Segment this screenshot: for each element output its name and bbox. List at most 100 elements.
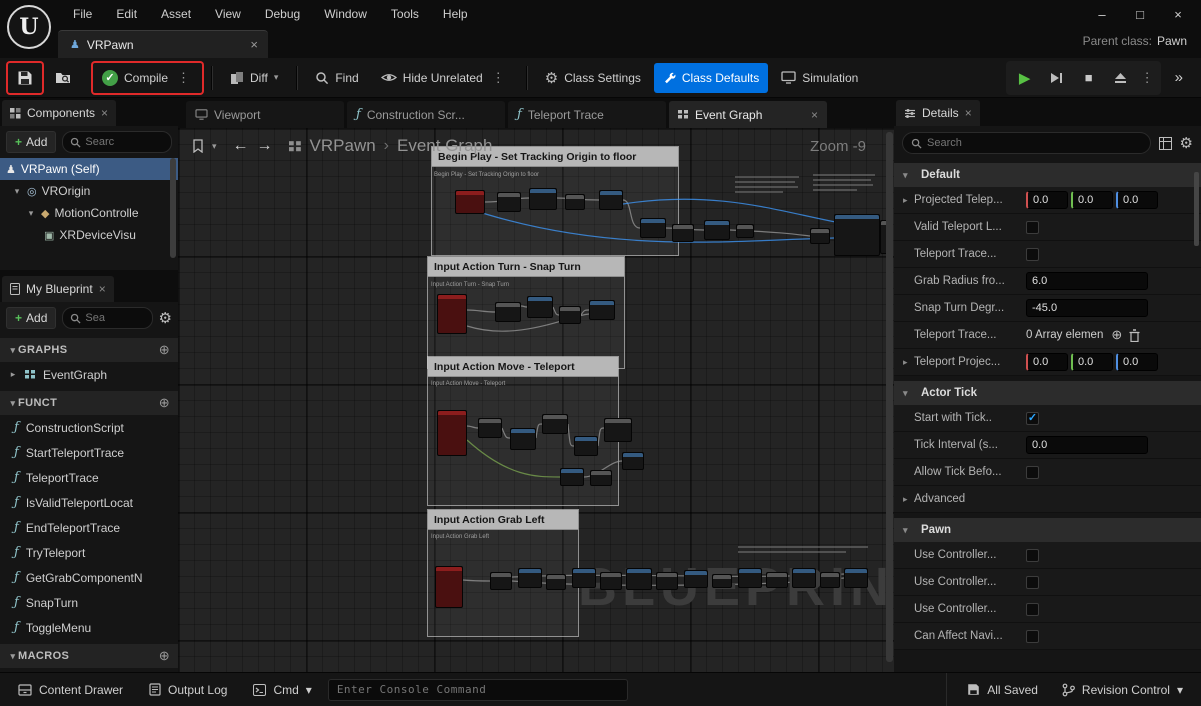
- list-item-function[interactable]: ƒStartTeleportTrace: [0, 440, 178, 465]
- graph-node[interactable]: [672, 224, 694, 242]
- vector-z-input[interactable]: 0.0: [1116, 353, 1158, 371]
- expander-icon[interactable]: ▾: [12, 186, 22, 197]
- tree-item-vrpawn-self[interactable]: ♟ VRPawn (Self): [0, 158, 178, 180]
- class-defaults-button[interactable]: Class Defaults: [654, 63, 768, 93]
- close-icon[interactable]: ×: [250, 37, 258, 52]
- tree-item-vrorigin[interactable]: ▾ ◎ VROrigin: [0, 180, 178, 202]
- list-item-function[interactable]: ƒToggleMenu: [0, 615, 178, 640]
- checkbox[interactable]: [1026, 549, 1039, 562]
- add-element-icon[interactable]: ⊕: [1111, 327, 1122, 343]
- class-settings-button[interactable]: ⚙ Class Settings: [536, 63, 650, 93]
- macros-section-header[interactable]: ▾ MACROS ⊕: [0, 644, 178, 668]
- details-tab[interactable]: Details ×: [896, 100, 980, 126]
- graph-node[interactable]: [510, 428, 536, 450]
- graph-node[interactable]: [792, 568, 816, 588]
- list-item-function[interactable]: ƒConstructionScript: [0, 415, 178, 440]
- vector-y-input[interactable]: 0.0: [1071, 353, 1113, 371]
- graph-node[interactable]: [599, 190, 623, 210]
- graph-node[interactable]: [600, 572, 622, 590]
- details-settings-gear-icon[interactable]: ⚙: [1180, 134, 1193, 152]
- close-icon[interactable]: ×: [811, 108, 818, 122]
- graph-node[interactable]: [626, 568, 652, 590]
- details-scrollbar[interactable]: [1194, 172, 1199, 246]
- details-search[interactable]: [902, 132, 1151, 154]
- functions-section-header[interactable]: ▾ FUNCT ⊕: [0, 391, 178, 415]
- add-component-button[interactable]: + Add: [6, 131, 56, 153]
- graph-node[interactable]: [738, 568, 762, 588]
- components-scrollbar[interactable]: [170, 158, 176, 258]
- parent-class-link[interactable]: Pawn: [1157, 34, 1187, 48]
- graph-node[interactable]: [560, 468, 584, 486]
- checkbox-checked[interactable]: ✓: [1026, 412, 1039, 425]
- menu-tools[interactable]: Tools: [380, 3, 430, 25]
- simulation-button[interactable]: Simulation: [772, 63, 867, 93]
- graph-node[interactable]: [810, 228, 830, 244]
- graph-node[interactable]: [684, 570, 708, 588]
- graph-node[interactable]: [604, 418, 632, 442]
- checkbox[interactable]: [1026, 248, 1039, 261]
- graph-node[interactable]: [437, 294, 467, 334]
- graph-node[interactable]: [546, 574, 566, 590]
- nav-forward-icon[interactable]: →: [257, 137, 273, 155]
- graph-node[interactable]: [565, 194, 585, 210]
- menu-view[interactable]: View: [204, 3, 252, 25]
- graph-node[interactable]: [437, 410, 467, 456]
- graph-scrollbar[interactable]: [886, 132, 893, 662]
- graph-node[interactable]: [704, 220, 730, 240]
- graph-node[interactable]: [497, 192, 521, 212]
- list-item-function[interactable]: ƒEndTeleportTrace: [0, 515, 178, 540]
- section-header-pawn[interactable]: ▾ Pawn: [894, 518, 1201, 542]
- event-graph-canvas[interactable]: ▾ ← → VRPawn › Event Graph Zoom -9: [178, 128, 894, 672]
- graph-node[interactable]: [589, 300, 615, 320]
- graph-node[interactable]: [455, 190, 485, 214]
- components-tab[interactable]: Components ×: [2, 100, 116, 126]
- vector-x-input[interactable]: 0.0: [1026, 353, 1068, 371]
- number-input[interactable]: 0.0: [1026, 436, 1148, 454]
- all-saved-indicator[interactable]: All Saved: [957, 677, 1048, 703]
- list-item-eventgraph[interactable]: ▸ EventGraph: [0, 362, 178, 387]
- section-header-default[interactable]: ▾ Default: [894, 163, 1201, 187]
- play-options-icon[interactable]: ⋮: [1138, 70, 1157, 86]
- trash-icon[interactable]: [1129, 329, 1140, 342]
- checkbox[interactable]: [1026, 221, 1039, 234]
- minimize-button[interactable]: –: [1085, 7, 1119, 22]
- graph-node[interactable]: [590, 470, 612, 486]
- advanced-expander-row[interactable]: ▸ Advanced: [894, 486, 1201, 513]
- menu-edit[interactable]: Edit: [105, 3, 148, 25]
- components-search-input[interactable]: [85, 136, 164, 148]
- section-header-actor-tick[interactable]: ▾ Actor Tick: [894, 381, 1201, 405]
- tab-teleport-trace[interactable]: ƒ Teleport Trace: [508, 101, 666, 128]
- list-item-function[interactable]: ƒIsValidTeleportLocat: [0, 490, 178, 515]
- graph-node[interactable]: [572, 568, 596, 588]
- graph-node[interactable]: [844, 568, 868, 588]
- settings-gear-icon[interactable]: ⚙: [159, 309, 172, 327]
- menu-window[interactable]: Window: [313, 3, 378, 25]
- graph-node[interactable]: [518, 568, 542, 588]
- graphs-section-header[interactable]: ▾ GRAPHS ⊕: [0, 338, 178, 362]
- hide-unrelated-button[interactable]: Hide Unrelated ⋮: [372, 63, 517, 93]
- graph-node[interactable]: [656, 572, 678, 590]
- graph-node[interactable]: [529, 188, 557, 210]
- console-command-box[interactable]: [328, 679, 628, 701]
- eject-button[interactable]: [1106, 64, 1136, 92]
- bookmark-chevron-icon[interactable]: ▾: [212, 141, 217, 152]
- vector-z-input[interactable]: 0.0: [1116, 191, 1158, 209]
- save-button[interactable]: [8, 63, 42, 93]
- menu-debug[interactable]: Debug: [254, 3, 311, 25]
- graph-node[interactable]: [542, 414, 568, 434]
- graph-node[interactable]: [559, 306, 581, 324]
- add-macro-icon[interactable]: ⊕: [159, 648, 170, 664]
- unreal-logo[interactable]: U: [7, 5, 51, 49]
- nav-back-icon[interactable]: ←: [233, 137, 249, 155]
- diff-button[interactable]: Diff ▾: [221, 63, 287, 93]
- graph-node[interactable]: [622, 452, 644, 470]
- graph-node[interactable]: [574, 436, 598, 456]
- tree-item-motioncontroller[interactable]: ▾ ◆ MotionControlle: [0, 202, 178, 224]
- toolbar-overflow-icon[interactable]: »: [1165, 69, 1193, 86]
- graph-node[interactable]: [736, 224, 754, 238]
- revision-control-button[interactable]: Revision Control ▾: [1052, 677, 1193, 703]
- number-input[interactable]: -45.0: [1026, 299, 1148, 317]
- expander-icon[interactable]: ▸: [8, 369, 18, 380]
- close-button[interactable]: ×: [1161, 7, 1195, 22]
- add-blueprint-item-button[interactable]: + Add: [6, 307, 56, 329]
